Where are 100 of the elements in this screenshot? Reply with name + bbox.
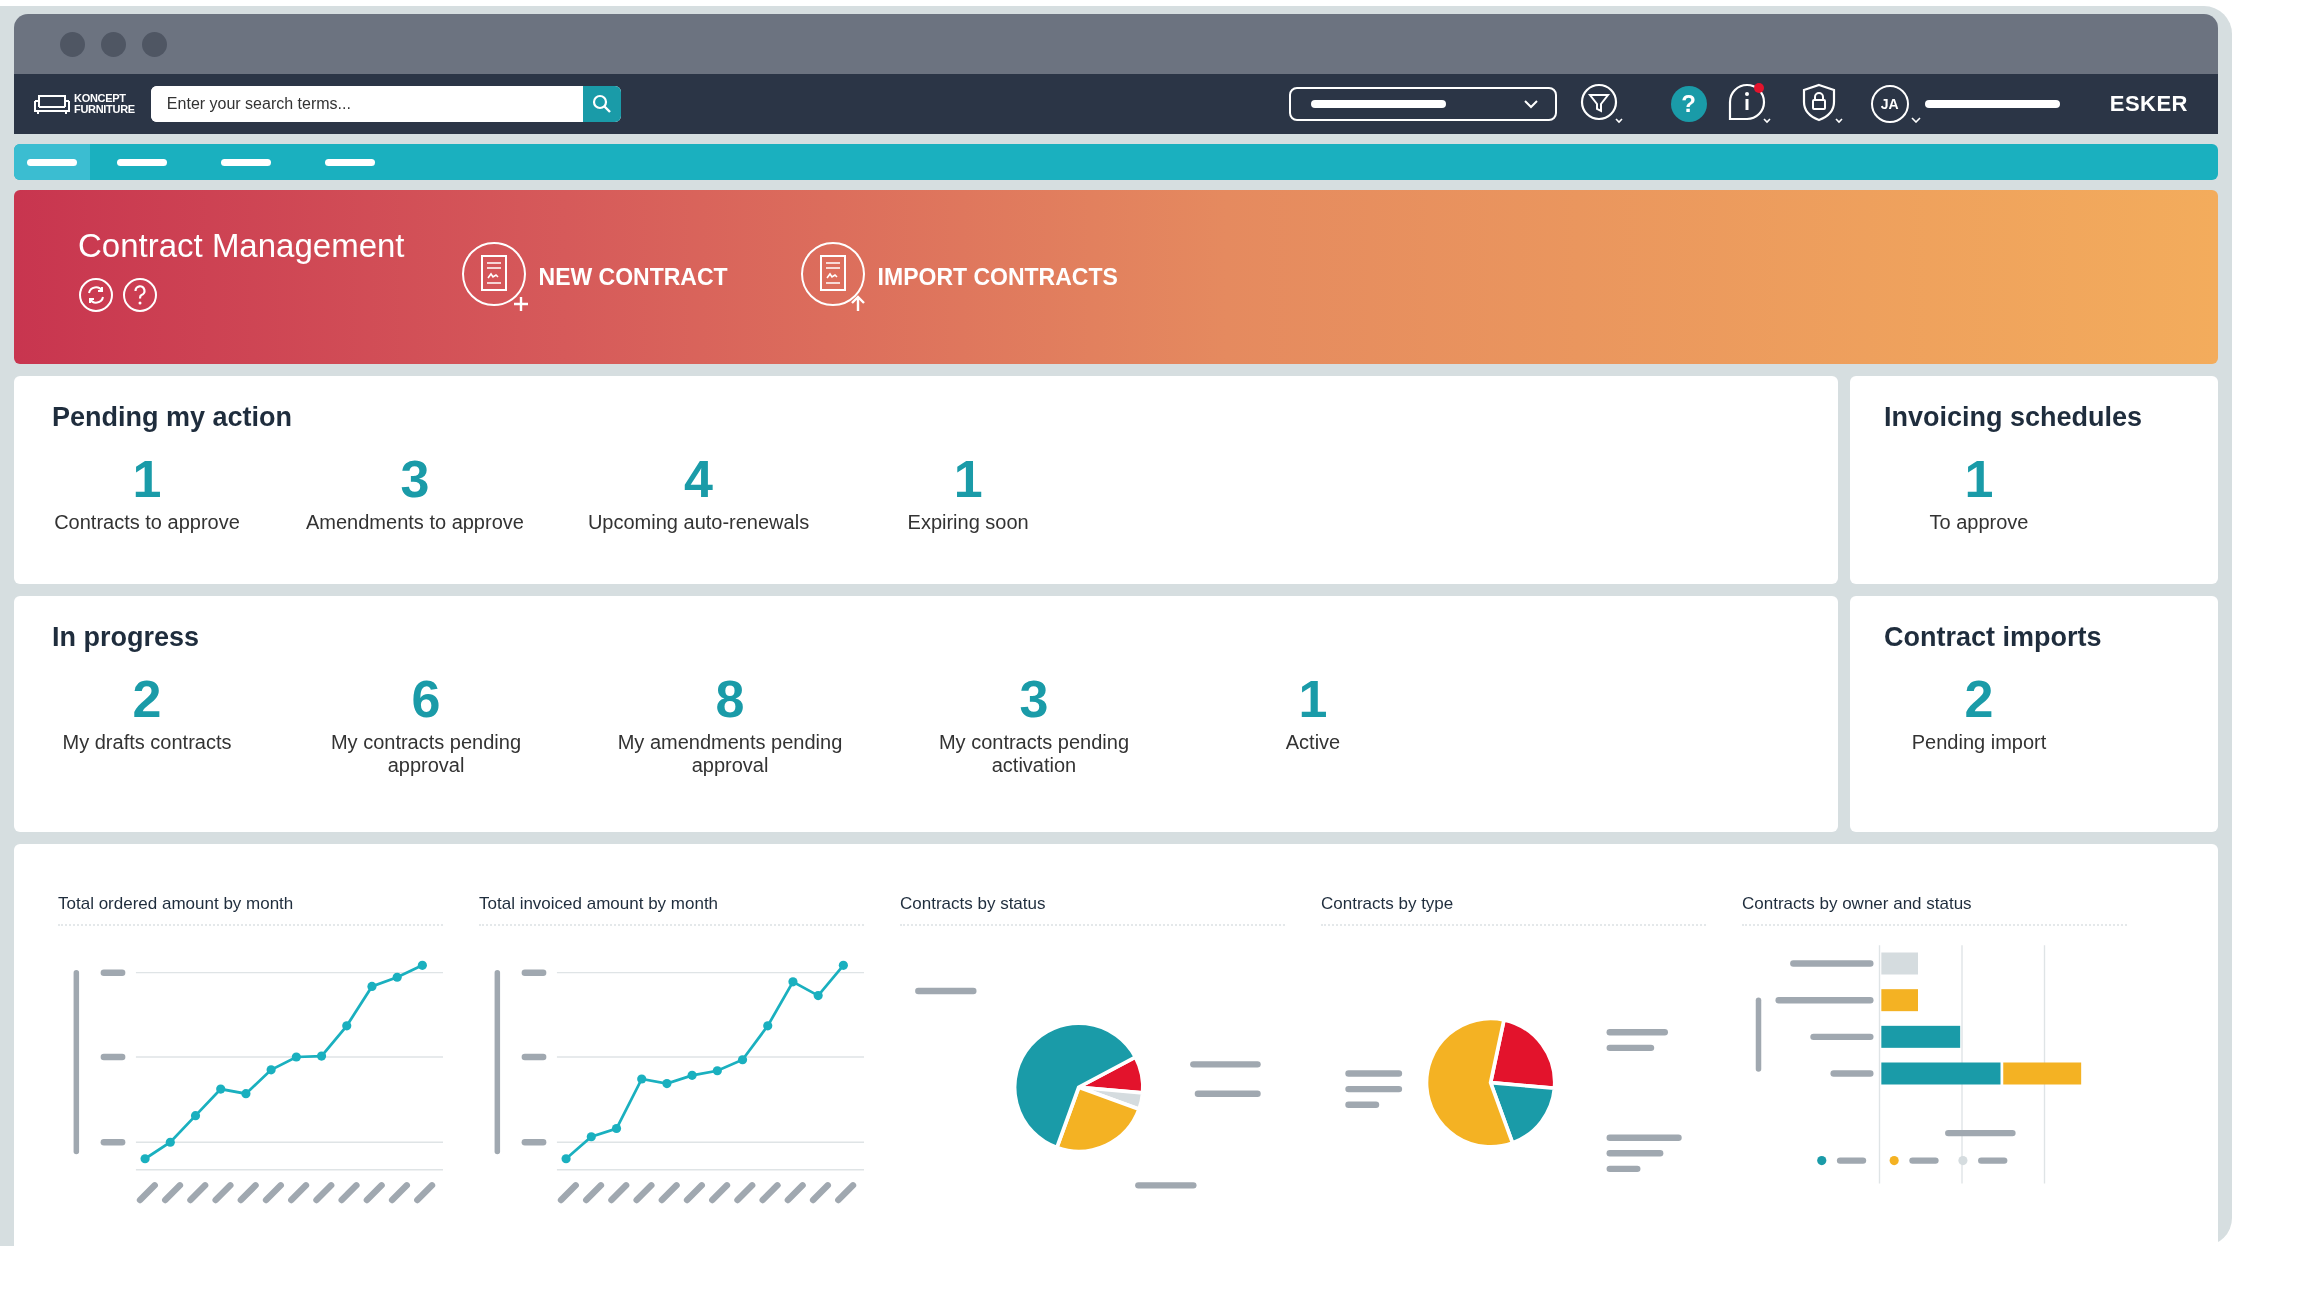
data-point xyxy=(662,1079,672,1089)
stat-label[interactable]: To approve xyxy=(1929,511,2029,534)
nav-tab[interactable] xyxy=(14,144,90,180)
label-placeholder xyxy=(1810,1033,1874,1041)
stat-label[interactable]: Active xyxy=(1285,731,1341,754)
banner-action-button[interactable]: NEW CONTRACT xyxy=(460,241,728,313)
tick-label-placeholder xyxy=(363,1182,385,1204)
data-point xyxy=(417,960,427,970)
stat-count[interactable]: 3 xyxy=(400,451,430,507)
tick-label-placeholder xyxy=(633,1182,655,1204)
tick-label-placeholder xyxy=(100,1139,126,1146)
legend-label-placeholder xyxy=(1978,1157,2008,1164)
data-point xyxy=(165,1137,175,1147)
banner-action-button[interactable]: IMPORT CONTRACTS xyxy=(799,241,1118,313)
tick-label-placeholder xyxy=(338,1182,360,1204)
legend-dot xyxy=(1889,1156,1899,1166)
stat-label[interactable]: My amendments pending approval xyxy=(610,731,850,777)
data-point xyxy=(586,1132,596,1142)
tick-label-placeholder xyxy=(521,1139,547,1146)
tick-label-placeholder xyxy=(734,1182,756,1204)
stat-label[interactable]: Expiring soon xyxy=(907,511,1029,534)
username-placeholder-bar[interactable] xyxy=(1924,100,2060,108)
tick-label-placeholder xyxy=(414,1182,436,1204)
tick-label-placeholder xyxy=(237,1182,259,1204)
help-icon[interactable] xyxy=(122,277,158,313)
legend-label-placeholder xyxy=(1909,1157,1939,1164)
legend-label-placeholder xyxy=(1606,1029,1668,1036)
window-control-dot[interactable] xyxy=(60,31,85,57)
stat-label[interactable]: My contracts pending activation xyxy=(914,731,1154,777)
stat-count[interactable]: 1 xyxy=(1298,671,1328,727)
stat-count[interactable]: 6 xyxy=(411,671,441,727)
tick-label-placeholder xyxy=(608,1182,630,1204)
logo-text: KONCEPT xyxy=(74,93,127,104)
legend-label-placeholder xyxy=(1606,1150,1664,1157)
stat-count[interactable]: 3 xyxy=(1019,671,1049,727)
legend-label-placeholder xyxy=(1836,1157,1867,1164)
data-point xyxy=(813,991,823,1001)
page-title: Contract Management xyxy=(78,227,405,265)
stat-label[interactable]: Pending import xyxy=(1911,731,2047,754)
caret-icon xyxy=(1910,117,1921,123)
stat-count[interactable]: 1 xyxy=(1964,451,1994,507)
tick-label-placeholder xyxy=(212,1182,234,1204)
data-point xyxy=(611,1123,622,1134)
stat-label[interactable]: Contracts to approve xyxy=(54,511,240,534)
chevron-down-icon xyxy=(1522,99,1539,109)
stat-label[interactable]: Amendments to approve xyxy=(306,511,524,534)
stat-count[interactable]: 2 xyxy=(1964,671,1994,727)
tick-label-placeholder xyxy=(709,1182,731,1204)
data-point xyxy=(788,977,798,987)
tick-label-placeholder xyxy=(809,1182,831,1204)
stat-count[interactable]: 1 xyxy=(953,451,983,507)
tick-label-placeholder xyxy=(100,1053,126,1061)
window-control-dot[interactable] xyxy=(142,31,167,57)
refresh-icon[interactable] xyxy=(78,277,114,313)
tick-label-placeholder xyxy=(835,1182,857,1204)
card-title: Pending my action xyxy=(52,402,294,433)
legend-label-placeholder xyxy=(1345,1101,1380,1108)
stat-count[interactable]: 4 xyxy=(684,451,713,507)
tick-label-placeholder xyxy=(288,1182,310,1204)
chart-title: Contracts by status xyxy=(900,894,1285,926)
data-point xyxy=(687,1070,697,1080)
stat-count[interactable]: 1 xyxy=(132,451,162,507)
data-point xyxy=(763,1021,773,1031)
tick-label-placeholder xyxy=(100,969,126,976)
tick-label-placeholder xyxy=(521,969,547,976)
legend-label-placeholder xyxy=(1194,1090,1261,1097)
window-control-dot[interactable] xyxy=(101,31,126,57)
data-point xyxy=(838,960,848,970)
logo-text: FURNITURE xyxy=(74,104,135,115)
legend-label-placeholder xyxy=(1345,1070,1403,1077)
stat-count[interactable]: 8 xyxy=(715,671,745,727)
stat-label[interactable]: My drafts contracts xyxy=(62,731,232,754)
tick-label-placeholder xyxy=(187,1182,209,1204)
data-point xyxy=(367,981,377,991)
legend-dot xyxy=(1817,1156,1827,1166)
data-point xyxy=(291,1052,301,1062)
stat-count[interactable]: 2 xyxy=(132,671,162,727)
help-button[interactable]: ? xyxy=(1670,86,1707,122)
stat-label[interactable]: Upcoming auto-renewals xyxy=(587,511,810,534)
tick-label-placeholder xyxy=(262,1182,284,1204)
search-button[interactable] xyxy=(582,86,621,122)
dropdown-select[interactable] xyxy=(1288,87,1557,121)
stat-label[interactable]: My contracts pending approval xyxy=(306,731,546,777)
user-avatar[interactable]: JA xyxy=(1870,85,1909,123)
data-point xyxy=(561,1154,571,1164)
legend-label-placeholder xyxy=(1135,1182,1197,1189)
legend-label-placeholder xyxy=(1606,1165,1641,1173)
sofa-icon xyxy=(32,93,72,115)
chart-title: Contracts by owner and status xyxy=(1742,894,2127,926)
legend-label-placeholder xyxy=(915,987,977,995)
brand-logo: ESKER xyxy=(2109,91,2188,117)
legend-label-placeholder xyxy=(1606,1044,1655,1052)
data-point xyxy=(140,1154,150,1164)
data-point xyxy=(342,1021,352,1031)
search-field[interactable]: Enter your search terms... xyxy=(150,86,621,122)
tick-label-placeholder xyxy=(388,1182,410,1204)
label-placeholder xyxy=(1945,1129,2016,1137)
tick-label-placeholder xyxy=(683,1182,705,1204)
search-icon xyxy=(591,94,612,114)
data-point xyxy=(737,1055,748,1065)
